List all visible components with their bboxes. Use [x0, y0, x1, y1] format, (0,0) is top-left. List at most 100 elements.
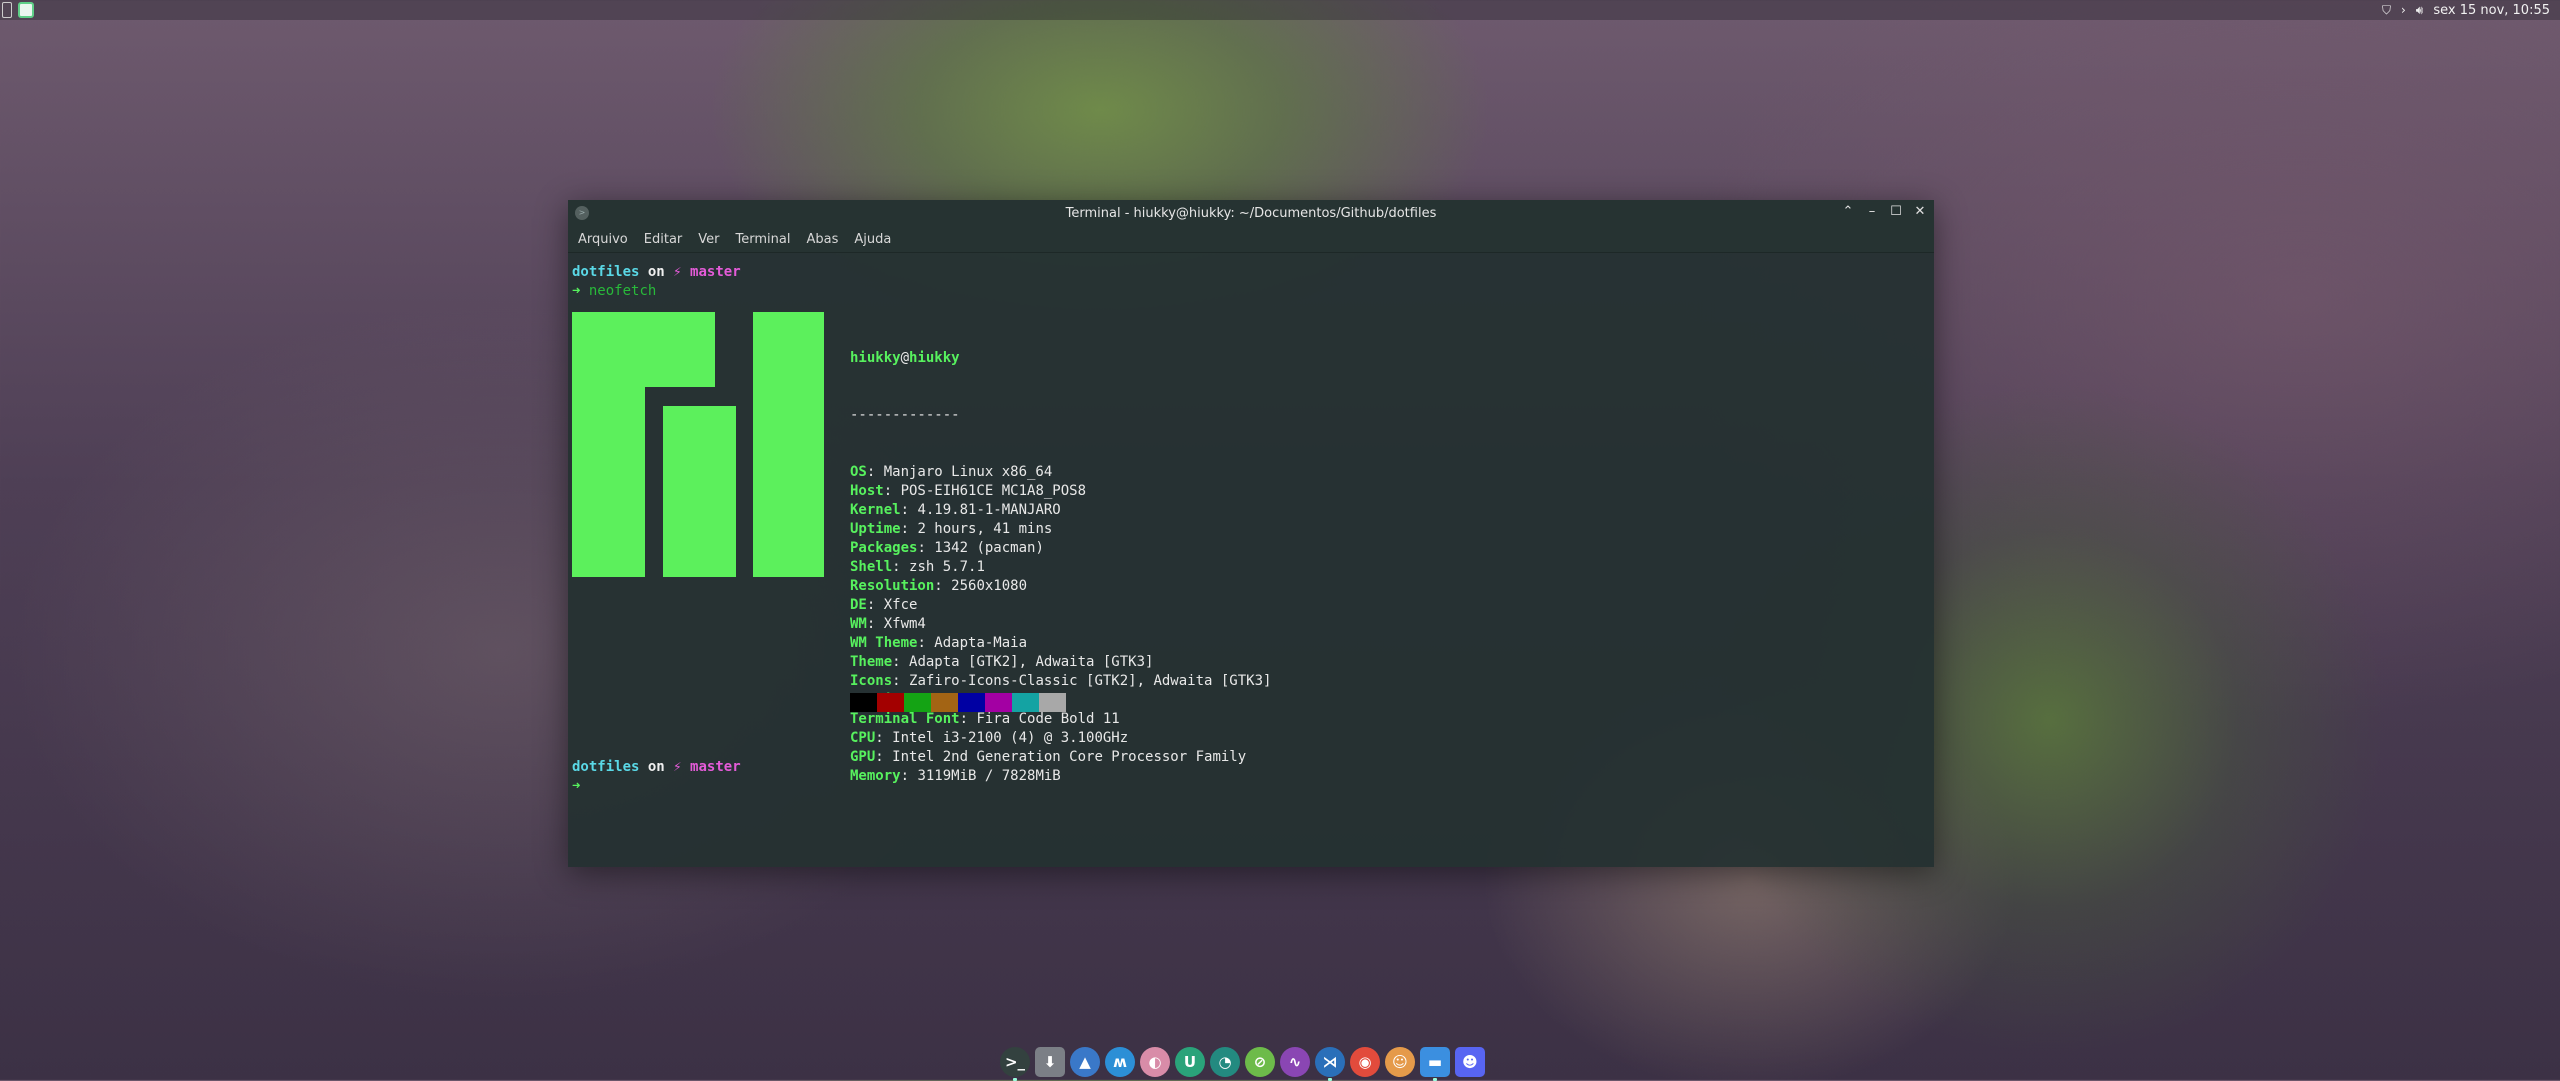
- palette-swatch: [958, 693, 985, 712]
- info-value: Adapta-Maia: [934, 635, 1028, 651]
- info-key: OS: [850, 464, 867, 480]
- prompt-branch: master: [690, 759, 741, 775]
- minimize-icon[interactable]: ⌃: [1840, 203, 1856, 221]
- upwork-icon[interactable]: U: [1175, 1047, 1205, 1077]
- info-value: Intel i3-2100 (4) @ 3.100GHz: [892, 730, 1129, 746]
- info-key: Memory: [850, 768, 901, 784]
- info-key: Icons: [850, 673, 893, 689]
- branch-icon: ⚡: [673, 759, 682, 775]
- prompt-branch: master: [690, 264, 741, 280]
- prompt-on: on: [647, 759, 665, 775]
- info-value: Adapta [GTK2], Adwaita [GTK3]: [909, 654, 1154, 670]
- info-key: Shell: [850, 559, 893, 575]
- discord-icon[interactable]: ☻: [1455, 1047, 1485, 1077]
- info-row: Host: POS-EIH61CE MC1A8_POS8: [850, 483, 1087, 499]
- info-key: Uptime: [850, 521, 901, 537]
- prompt-line-2: dotfiles on ⚡ master: [572, 758, 741, 777]
- workspace-1[interactable]: [2, 2, 12, 18]
- gimp-icon[interactable]: ☺: [1385, 1047, 1415, 1077]
- info-key: Kernel: [850, 502, 901, 518]
- shield-icon[interactable]: ⛉: [2382, 3, 2391, 18]
- info-key: Terminal Font: [850, 711, 960, 727]
- info-row: DE: Xfce: [850, 597, 918, 613]
- chevron-right-icon[interactable]: ›: [2401, 3, 2406, 17]
- manjaro-logo: [572, 312, 824, 577]
- dock: >_ ⬇ ▲ ʍ ◐ U ◔ ⊘ ∿ ⋊ ◉ ☺ ▬ ☻: [1000, 1044, 1485, 1081]
- prompt-dir: dotfiles: [572, 264, 640, 280]
- command-line: ➜ neofetch: [572, 282, 656, 301]
- terminal-app-icon[interactable]: >: [575, 206, 589, 220]
- info-value: 4.19.81-1-MANJARO: [917, 502, 1061, 518]
- host: hiukky: [909, 350, 960, 366]
- info-key: GPU: [850, 749, 876, 765]
- info-key: DE: [850, 597, 867, 613]
- info-row: Icons: Zafiro-Icons-Classic [GTK2], Adwa…: [850, 673, 1272, 689]
- info-row: Kernel: 4.19.81-1-MANJARO: [850, 502, 1061, 518]
- prompt-arrow-icon: ➜: [572, 283, 581, 299]
- info-key: CPU: [850, 730, 876, 746]
- teal-app-icon[interactable]: ◔: [1210, 1047, 1240, 1077]
- info-value: Xfce: [883, 597, 918, 613]
- vscode-icon[interactable]: ⋊: [1315, 1047, 1345, 1081]
- info-value: 1342 (pacman): [934, 540, 1044, 556]
- info-row: WM Theme: Adapta-Maia: [850, 635, 1028, 651]
- downloads-icon[interactable]: ⬇: [1035, 1047, 1065, 1077]
- at-sign: @: [900, 350, 910, 366]
- info-key: Host: [850, 483, 884, 499]
- info-value: Zafiro-Icons-Classic [GTK2], Adwaita [GT…: [909, 673, 1272, 689]
- info-row: Uptime: 2 hours, 41 mins: [850, 521, 1053, 537]
- monitor-icon[interactable]: ʍ: [1105, 1047, 1135, 1077]
- info-key: WM Theme: [850, 635, 918, 651]
- menu-ver[interactable]: Ver: [692, 230, 725, 249]
- top-panel: ⛉ › 🔊︎ sex 15 nov, 10:55: [0, 0, 2560, 20]
- info-value: 2560x1080: [951, 578, 1028, 594]
- terminal-window: > Terminal - hiukky@hiukky: ~/Documentos…: [568, 200, 1934, 867]
- info-row: WM: Xfwm4: [850, 616, 926, 632]
- info-row: Shell: zsh 5.7.1: [850, 559, 985, 575]
- info-value: Fira Code Bold 11: [976, 711, 1120, 727]
- clock[interactable]: sex 15 nov, 10:55: [2433, 3, 2550, 18]
- cursor-line: ➜: [572, 777, 580, 796]
- color-palette: [850, 693, 1066, 712]
- menu-abas[interactable]: Abas: [800, 230, 844, 249]
- info-row: Memory: 3119MiB / 7828MiB: [850, 768, 1061, 784]
- close-icon[interactable]: ✕: [1912, 203, 1928, 221]
- iconify-icon[interactable]: –: [1864, 203, 1880, 221]
- compass-icon[interactable]: ⊘: [1245, 1047, 1275, 1077]
- palette-swatch: [985, 693, 1012, 712]
- info-row: Terminal Font: Fira Code Bold 11: [850, 711, 1120, 727]
- workspace-2[interactable]: [18, 2, 34, 18]
- app-triangle-icon[interactable]: ▲: [1070, 1047, 1100, 1077]
- branch-icon: ⚡: [673, 264, 682, 280]
- info-value: 3119MiB / 7828MiB: [917, 768, 1061, 784]
- info-value: Xfwm4: [883, 616, 926, 632]
- menu-terminal[interactable]: Terminal: [730, 230, 797, 249]
- info-key: Theme: [850, 654, 893, 670]
- maximize-icon[interactable]: ☐: [1888, 203, 1904, 221]
- menu-ajuda[interactable]: Ajuda: [848, 230, 897, 249]
- pink-app-icon[interactable]: ◐: [1140, 1047, 1170, 1077]
- menu-arquivo[interactable]: Arquivo: [572, 230, 634, 249]
- window-titlebar[interactable]: > Terminal - hiukky@hiukky: ~/Documentos…: [568, 200, 1934, 226]
- window-title: Terminal - hiukky@hiukky: ~/Documentos/G…: [1065, 205, 1437, 221]
- menu-editar[interactable]: Editar: [638, 230, 689, 249]
- neofetch-info: hiukky@hiukky ------------- OS: Manjaro …: [850, 311, 1271, 824]
- palette-swatch: [1012, 693, 1039, 712]
- files-icon[interactable]: ▬: [1420, 1047, 1450, 1081]
- audio-wave-icon[interactable]: ∿: [1280, 1047, 1310, 1077]
- palette-swatch: [904, 693, 931, 712]
- volume-icon[interactable]: 🔊︎: [2416, 3, 2424, 18]
- info-key: WM: [850, 616, 867, 632]
- prompt-arrow-icon: ➜: [572, 778, 581, 794]
- user: hiukky: [850, 350, 901, 366]
- prompt-on: on: [647, 264, 665, 280]
- chrome-icon[interactable]: ◉: [1350, 1047, 1380, 1077]
- palette-swatch: [850, 693, 877, 712]
- info-value: zsh 5.7.1: [909, 559, 985, 575]
- terminal-output[interactable]: dotfiles on ⚡ master ➜ neofetch hiukky@h…: [568, 253, 1934, 867]
- terminal-icon[interactable]: >_: [1000, 1047, 1030, 1081]
- info-value: Intel 2nd Generation Core Processor Fami…: [892, 749, 1247, 765]
- info-row: OS: Manjaro Linux x86_64: [850, 464, 1053, 480]
- menu-bar: Arquivo Editar Ver Terminal Abas Ajuda: [568, 226, 1934, 253]
- info-key: Packages: [850, 540, 918, 556]
